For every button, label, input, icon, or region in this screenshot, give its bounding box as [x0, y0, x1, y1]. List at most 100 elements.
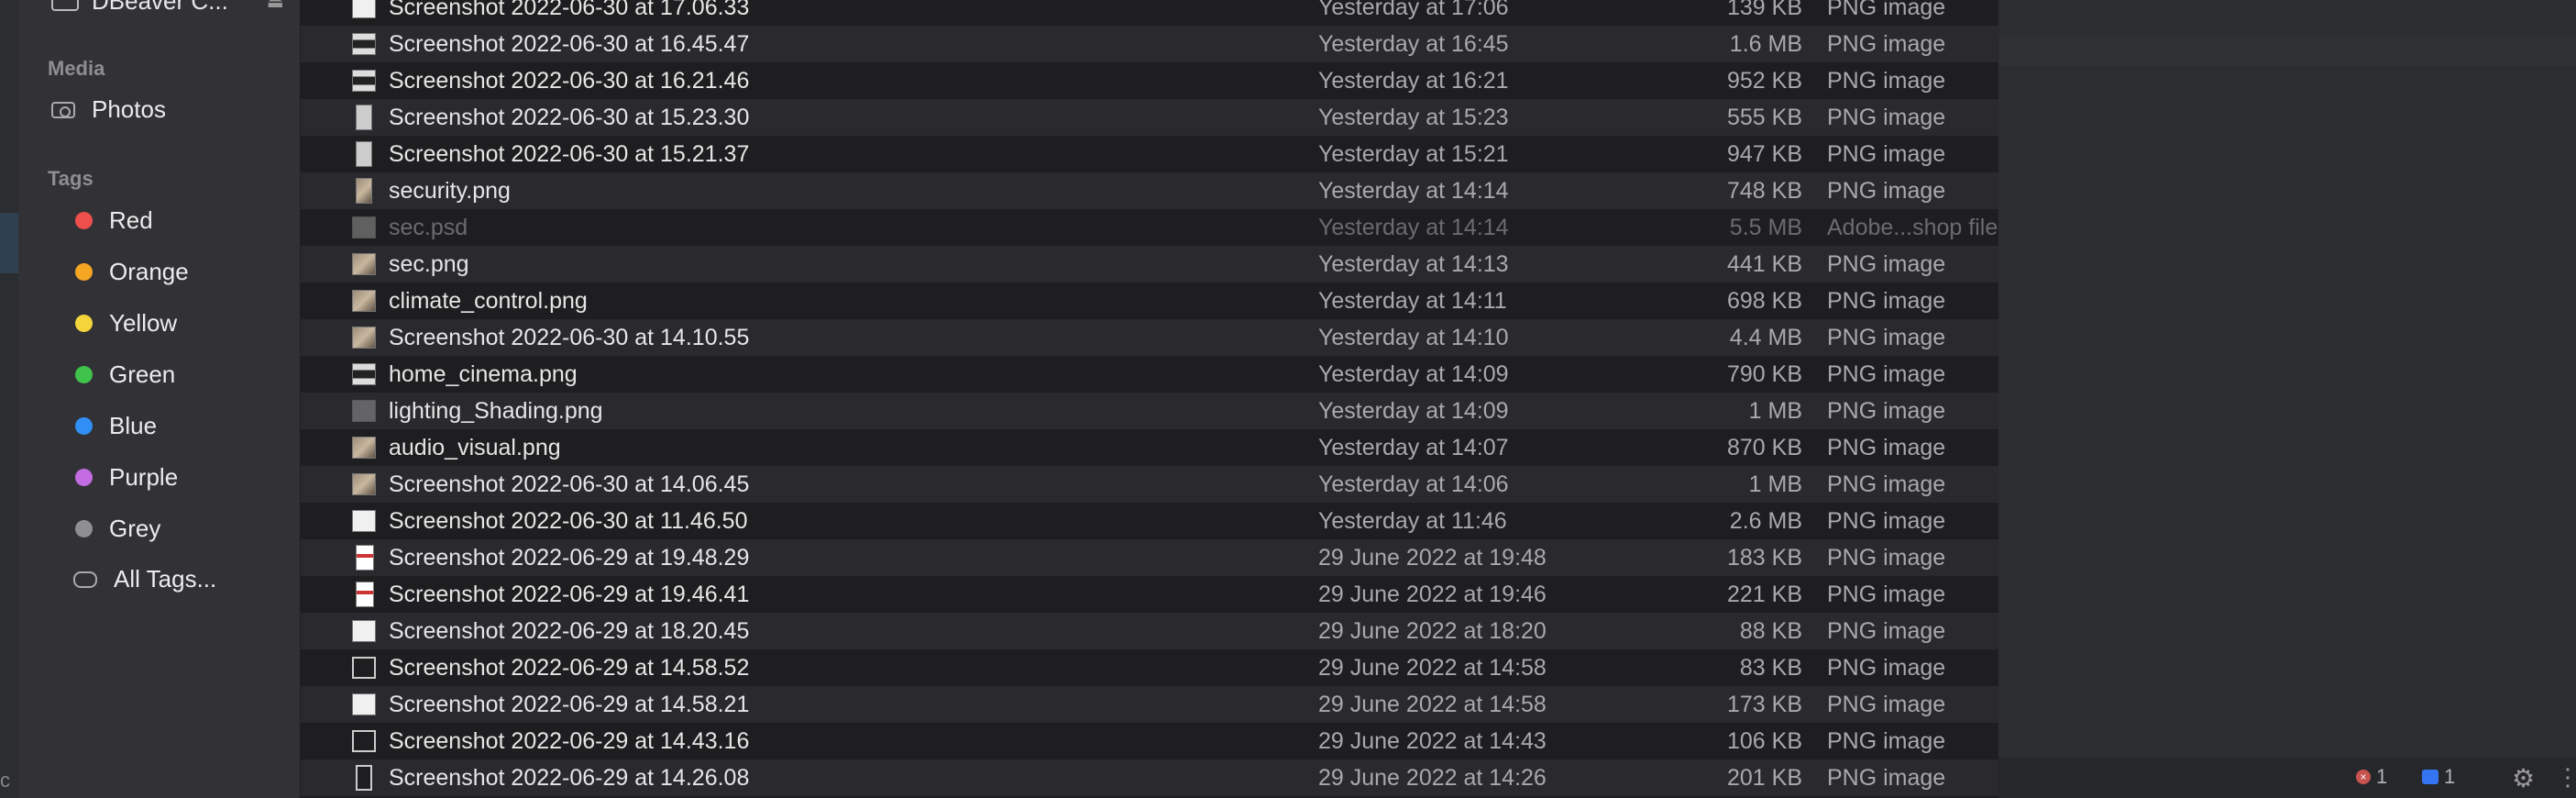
file-date-modified: Yesterday at 16:45	[1318, 31, 1509, 57]
tag-color-dot-icon	[75, 417, 93, 435]
message-indicator[interactable]: 1	[2422, 765, 2455, 789]
file-row[interactable]: home_cinema.png Yesterday at 14:09 790 KB P…	[301, 356, 1998, 393]
file-kind: PNG image	[1827, 141, 1946, 167]
error-indicator[interactable]: × 1	[2356, 765, 2387, 789]
file-date-modified: Yesterday at 14:11	[1318, 288, 1507, 314]
sidebar-item-label: All Tags...	[114, 565, 217, 593]
file-row[interactable]: sec.psd Yesterday at 14:14 5.5 MB Adobe...s…	[301, 209, 1998, 246]
sidebar-item-label: Blue	[109, 412, 158, 439]
sidebar-item-tag-green[interactable]: Green	[50, 360, 175, 389]
file-size: 698 KB	[1726, 288, 1802, 314]
sidebar-item-tag-purple[interactable]: Purple	[50, 463, 178, 492]
file-kind: PNG image	[1827, 398, 1946, 424]
file-name: home_cinema.png	[389, 361, 578, 387]
file-kind: PNG image	[1827, 361, 1946, 387]
sidebar-item-label: Photos	[92, 95, 166, 123]
file-date-modified: Yesterday at 14:07	[1318, 435, 1509, 460]
file-row[interactable]: Screenshot 2022-06-29 at 18.20.45 29 June…	[301, 613, 1998, 649]
file-name: sec.png	[389, 251, 469, 277]
eject-icon[interactable]: ⏏	[267, 0, 284, 13]
background-text-fragment: c	[0, 769, 10, 792]
tag-color-dot-icon	[75, 212, 93, 229]
sidebar-item-tag-yellow[interactable]: Yellow	[50, 309, 177, 338]
file-thumbnail-icon	[352, 657, 376, 679]
file-size: 790 KB	[1726, 361, 1802, 387]
sidebar-heading-media: Media	[48, 57, 105, 80]
sidebar-item-tag-red[interactable]: Red	[50, 206, 153, 235]
file-date-modified: Yesterday at 15:23	[1318, 105, 1509, 130]
file-row[interactable]: Screenshot 2022-06-29 at 14.26.08 29 June…	[301, 759, 1998, 796]
file-row[interactable]: Screenshot 2022-06-30 at 17.06.33 Yesterd…	[301, 0, 1998, 26]
file-row[interactable]: Screenshot 2022-06-30 at 16.21.46 Yesterd…	[301, 62, 1998, 99]
file-name: Screenshot 2022-06-30 at 14.06.45	[389, 471, 750, 497]
file-size: 4.4 MB	[1729, 325, 1802, 350]
tag-color-dot-icon	[75, 315, 93, 332]
file-kind: PNG image	[1827, 471, 1946, 497]
file-row[interactable]: Screenshot 2022-06-29 at 14.58.52 29 June…	[301, 649, 1998, 686]
sidebar-item-tag-orange[interactable]: Orange	[50, 258, 189, 286]
file-size: 947 KB	[1726, 141, 1802, 167]
file-thumbnail-icon	[356, 545, 374, 571]
file-kind: PNG image	[1827, 68, 1946, 94]
file-size: 748 KB	[1726, 178, 1802, 204]
sidebar-item-label: Purple	[109, 463, 179, 491]
sidebar-item-all-tags[interactable]: All Tags...	[50, 565, 216, 593]
file-kind: PNG image	[1827, 325, 1946, 350]
file-size: 870 KB	[1726, 435, 1802, 460]
file-thumbnail-icon	[352, 327, 376, 349]
file-row[interactable]: Screenshot 2022-06-30 at 15.21.37 Yesterd…	[301, 136, 1998, 172]
sidebar-item-tag-blue[interactable]: Blue	[50, 412, 157, 440]
file-size: 555 KB	[1726, 105, 1802, 130]
file-row[interactable]: Screenshot 2022-06-29 at 19.46.41 29 June…	[301, 576, 1998, 613]
sidebar-item-tag-grey[interactable]: Grey	[50, 515, 160, 543]
finder-sidebar: DBeaver C... ⏏ Media Photos Tags Red Oran…	[18, 0, 301, 798]
file-row[interactable]: climate_control.png Yesterday at 14:11 698…	[301, 283, 1998, 319]
file-thumbnail-icon	[352, 473, 376, 495]
file-row[interactable]: Screenshot 2022-06-29 at 19.48.29 29 June…	[301, 539, 1998, 576]
file-size: 1 MB	[1748, 398, 1802, 424]
file-date-modified: 29 June 2022 at 18:20	[1318, 618, 1547, 644]
file-date-modified: Yesterday at 14:14	[1318, 215, 1509, 240]
file-thumbnail-icon	[356, 765, 372, 791]
file-date-modified: Yesterday at 17:06	[1318, 0, 1509, 20]
message-icon	[2422, 770, 2438, 784]
sidebar-item-label: DBeaver C...	[92, 0, 228, 15]
file-size: 106 KB	[1726, 728, 1802, 754]
file-row[interactable]: Screenshot 2022-06-29 at 14.58.21 29 June…	[301, 686, 1998, 723]
file-name: Screenshot 2022-06-30 at 17.06.33	[389, 0, 750, 20]
file-kind: PNG image	[1827, 655, 1946, 681]
file-row[interactable]: security.png Yesterday at 14:14 748 KB PNG …	[301, 172, 1998, 209]
sidebar-item-label: Yellow	[109, 309, 178, 337]
file-row[interactable]: Screenshot 2022-06-30 at 14.06.45 Yesterd…	[301, 466, 1998, 503]
file-thumbnail-icon	[352, 620, 376, 642]
file-thumbnail-icon	[356, 141, 372, 167]
file-size: 441 KB	[1726, 251, 1802, 277]
sidebar-item-dbeaver[interactable]: DBeaver C... ⏏	[51, 0, 284, 16]
sidebar-item-label: Orange	[109, 258, 189, 285]
background-band	[1998, 193, 2576, 294]
sidebar-item-photos[interactable]: Photos	[51, 95, 166, 124]
file-row[interactable]: sec.png Yesterday at 14:13 441 KB PNG image	[301, 246, 1998, 283]
tag-color-dot-icon	[75, 469, 93, 486]
file-row[interactable]: audio_visual.png Yesterday at 14:07 870 KB…	[301, 429, 1998, 466]
file-date-modified: 29 June 2022 at 14:43	[1318, 728, 1547, 754]
file-thumbnail-icon	[356, 582, 374, 607]
file-row[interactable]: lighting_Shading.png Yesterday at 14:09 1 …	[301, 393, 1998, 429]
more-icon[interactable]: ⋮	[2556, 763, 2576, 792]
file-thumbnail-icon	[352, 693, 376, 715]
file-name: audio_visual.png	[389, 435, 561, 460]
file-size: 88 KB	[1739, 618, 1802, 644]
file-row[interactable]: Screenshot 2022-06-30 at 14.10.55 Yesterd…	[301, 319, 1998, 356]
file-size: 173 KB	[1726, 692, 1802, 717]
file-kind: PNG image	[1827, 545, 1946, 571]
file-size: 201 KB	[1726, 765, 1802, 791]
tag-color-dot-icon	[75, 520, 93, 538]
file-row[interactable]: Screenshot 2022-06-29 at 14.43.16 29 June…	[301, 723, 1998, 759]
file-row[interactable]: Screenshot 2022-06-30 at 16.45.47 Yesterd…	[301, 26, 1998, 62]
message-count: 1	[2444, 765, 2456, 788]
file-row[interactable]: Screenshot 2022-06-30 at 11.46.50 Yesterd…	[301, 503, 1998, 539]
gear-icon[interactable]: ⚙	[2512, 763, 2535, 793]
file-name: Screenshot 2022-06-30 at 14.10.55	[389, 325, 750, 350]
file-row[interactable]: Screenshot 2022-06-30 at 15.23.30 Yesterd…	[301, 99, 1998, 136]
file-date-modified: 29 June 2022 at 19:46	[1318, 582, 1547, 607]
